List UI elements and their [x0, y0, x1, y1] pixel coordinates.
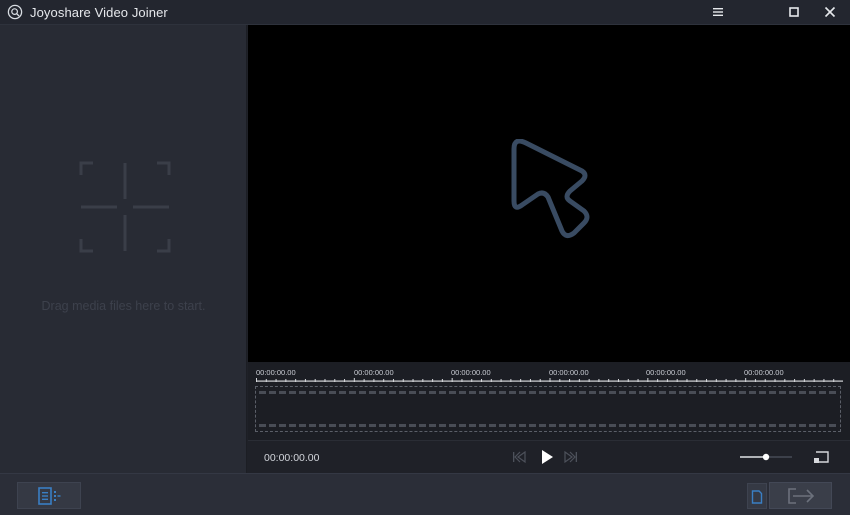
- ruler-tick: [666, 379, 668, 382]
- ruler-tick: [784, 379, 786, 382]
- ruler-tick: [559, 379, 561, 382]
- file-button[interactable]: [747, 483, 767, 509]
- maximize-button[interactable]: [776, 0, 814, 25]
- ruler-tick: [510, 379, 512, 382]
- media-drop-panel[interactable]: Drag media files here to start.: [0, 25, 247, 473]
- play-icon[interactable]: [538, 448, 556, 466]
- track-filmstrip-top: [259, 391, 837, 394]
- ruler-tick: [373, 379, 375, 382]
- ruler-tick: [754, 379, 756, 382]
- ruler-tick: [256, 378, 257, 382]
- ruler-tick: [647, 378, 649, 382]
- fit-screen-icon[interactable]: [813, 449, 831, 465]
- ruler-tick: [833, 379, 835, 382]
- ruler-tick: [392, 379, 394, 382]
- ruler-tick: [471, 379, 473, 382]
- ruler-tick: [686, 379, 688, 382]
- ruler-tick: [520, 379, 522, 382]
- track-filmstrip-bottom: [259, 424, 837, 427]
- ruler-tick: [539, 379, 541, 382]
- timeline-tick-label: 00:00:00.00: [646, 368, 686, 377]
- timeline-tick-label: 00:00:00.00: [744, 368, 784, 377]
- skip-next-icon[interactable]: [562, 448, 580, 466]
- ruler-tick: [412, 379, 414, 382]
- ruler-tick: [324, 379, 326, 382]
- menu-button[interactable]: [700, 0, 738, 25]
- ruler-tick: [353, 378, 355, 382]
- ruler-tick: [764, 379, 766, 382]
- drop-hint-text: Drag media files here to start.: [41, 299, 206, 313]
- ruler-tick: [295, 379, 297, 382]
- current-timecode: 00:00:00.00: [264, 452, 320, 464]
- joyoshare-logo-icon: [7, 4, 23, 20]
- ruler-tick: [657, 379, 659, 382]
- timeline-tick-label: 00:00:00.00: [256, 368, 296, 377]
- ruler-tick: [813, 379, 815, 382]
- ruler-tick: [637, 379, 639, 382]
- skip-previous-icon[interactable]: [510, 448, 528, 466]
- close-icon: [824, 6, 836, 18]
- ruler-tick: [715, 379, 717, 382]
- ruler-tick: [285, 379, 287, 382]
- ruler-tick: [676, 379, 678, 382]
- timeline-tick-label: 00:00:00.00: [451, 368, 491, 377]
- ruler-tick: [823, 379, 825, 382]
- playback-controls: 00:00:00.00: [248, 440, 850, 473]
- ruler-tick: [617, 379, 619, 382]
- ruler-tick: [383, 379, 385, 382]
- ruler-tick: [598, 379, 600, 382]
- ruler-tick: [745, 378, 747, 382]
- ruler-tick: [569, 379, 571, 382]
- ruler-tick: [608, 379, 610, 382]
- ruler-tick: [578, 379, 580, 382]
- convert-arrow-icon: [788, 488, 815, 504]
- media-list-icon: [38, 487, 61, 505]
- ruler-tick: [275, 379, 277, 382]
- video-preview: [248, 25, 850, 362]
- ruler-tick: [706, 379, 708, 382]
- app-title: Joyoshare Video Joiner: [30, 5, 168, 20]
- ruler-tick: [422, 379, 424, 382]
- ruler-tick: [461, 379, 463, 382]
- add-media-crosshair-icon: [79, 161, 171, 253]
- ruler-tick: [363, 379, 365, 382]
- ruler-tick: [794, 379, 796, 382]
- ruler-tick: [627, 379, 629, 382]
- ruler-tick: [334, 379, 336, 382]
- bottom-toolbar: [0, 473, 850, 515]
- file-icon: [751, 490, 763, 504]
- ruler-tick: [441, 379, 443, 382]
- ruler-tick: [304, 379, 306, 382]
- hamburger-menu-icon: [713, 8, 723, 16]
- ruler-tick: [725, 379, 727, 382]
- ruler-tick: [588, 379, 590, 382]
- ruler-tick: [265, 379, 267, 382]
- ruler-tick: [432, 379, 434, 382]
- ruler-tick: [500, 379, 502, 382]
- timeline-tick-label: 00:00:00.00: [354, 368, 394, 377]
- ruler-tick: [481, 379, 483, 382]
- ruler-tick: [735, 379, 737, 382]
- convert-button[interactable]: [769, 482, 832, 509]
- ruler-tick: [549, 378, 551, 382]
- ruler-tick: [314, 379, 316, 382]
- ruler-tick: [490, 379, 492, 382]
- timeline-tick-label: 00:00:00.00: [549, 368, 589, 377]
- ruler-tick: [696, 379, 698, 382]
- timeline[interactable]: 00:00:00.00 00:00:00.00 00:00:00.00 00:0…: [248, 362, 850, 440]
- ruler-tick: [774, 379, 776, 382]
- timeline-track[interactable]: [255, 386, 841, 432]
- title-bar: Joyoshare Video Joiner: [0, 0, 850, 25]
- ruler-tick: [344, 379, 346, 382]
- joyoshare-play-logo-icon: [511, 139, 590, 239]
- media-list-button[interactable]: [17, 482, 81, 509]
- ruler-tick: [529, 379, 531, 382]
- maximize-icon: [789, 7, 799, 17]
- ruler-tick: [402, 379, 404, 382]
- close-button[interactable]: [812, 0, 850, 25]
- volume-slider[interactable]: [740, 452, 792, 462]
- timeline-ruler: [256, 378, 843, 382]
- ruler-tick: [451, 378, 453, 382]
- ruler-tick: [803, 379, 805, 382]
